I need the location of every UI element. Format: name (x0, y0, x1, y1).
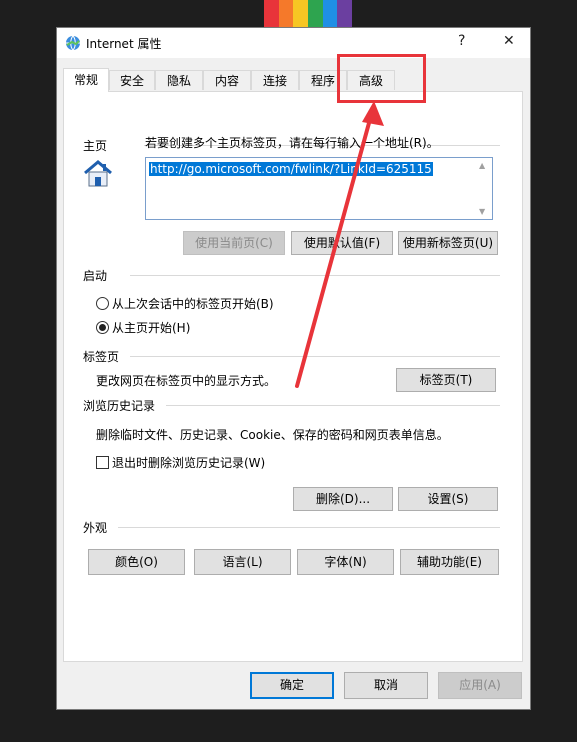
tab-general[interactable]: 常规 (63, 68, 109, 92)
annotation-arrow-icon (295, 101, 384, 388)
